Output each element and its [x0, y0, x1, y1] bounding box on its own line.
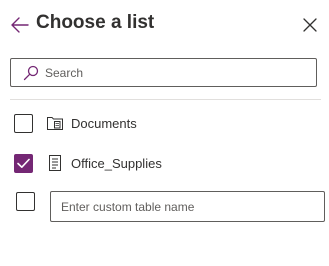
documents-checkbox[interactable] — [14, 113, 33, 133]
list-item-documents[interactable]: Documents — [14, 111, 314, 135]
divider — [10, 99, 321, 100]
close-icon — [303, 18, 317, 32]
list-item-label: Office_Supplies — [71, 155, 162, 171]
search-box[interactable] — [10, 58, 317, 87]
custom-table-row — [14, 190, 326, 222]
checkmark-icon — [17, 158, 30, 168]
custom-table-name-input[interactable] — [50, 191, 325, 222]
search-input[interactable] — [45, 65, 305, 80]
list-icon — [45, 153, 65, 173]
search-icon — [23, 65, 39, 81]
close-button[interactable] — [300, 15, 320, 35]
arrow-left-icon — [11, 17, 29, 33]
list-item-office-supplies[interactable]: Office_Supplies — [14, 151, 314, 175]
back-button[interactable] — [9, 14, 31, 36]
choose-list-panel: Choose a list Documents — [0, 0, 329, 266]
document-library-icon — [45, 113, 65, 133]
list-item-label: Documents — [71, 115, 137, 131]
custom-table-checkbox[interactable] — [16, 192, 35, 211]
office-supplies-checkbox[interactable] — [14, 153, 33, 173]
panel-header: Choose a list — [0, 0, 329, 50]
panel-title: Choose a list — [36, 12, 155, 33]
